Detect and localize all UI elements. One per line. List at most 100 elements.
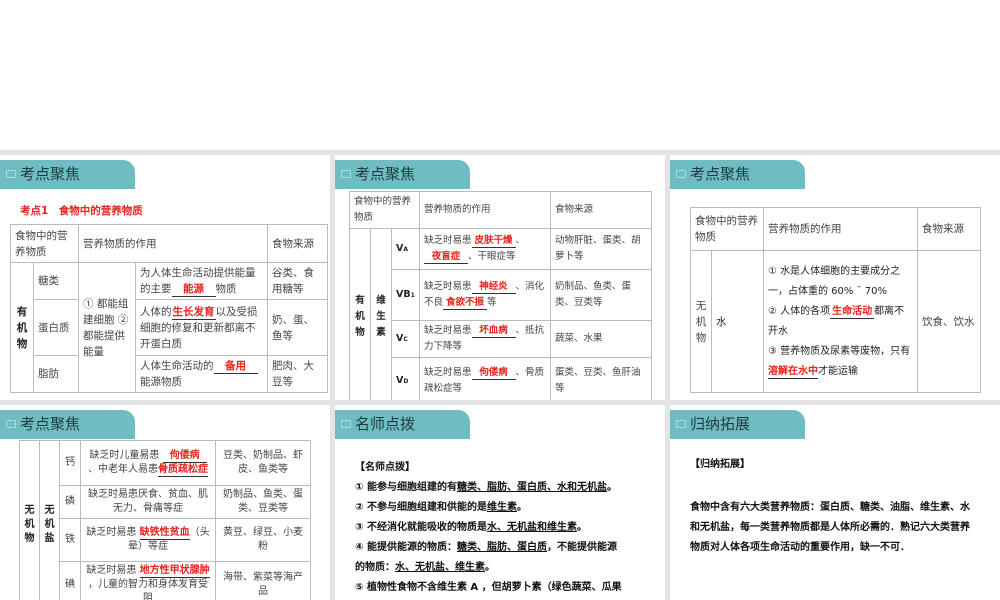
shared-function: ① 都能组建细胞 ② 都能提供能量 [78,262,136,393]
slide-6[interactable]: 归纳拓展 【归纳拓展】 食物中含有六大类营养物质：蛋白质、糖类、油脂、维生素、水… [670,405,1000,600]
text: 物质 [215,283,237,295]
text: 缺乏时儿童易患 [89,450,160,461]
text: 缺乏时易患 [86,565,137,576]
text: 人体生命活动的 [140,360,214,372]
source-cell: 奶制品、鱼类、蛋类、豆类等 [215,485,311,519]
text: ④ 能提供能源的物质： [355,542,457,553]
answer: 备用 [213,360,258,374]
section-tab: 归纳拓展 [670,410,805,439]
source-cell: 肥肉、大豆等 [267,355,328,393]
section-tab: 考点聚焦 [670,160,805,189]
answer: 佝偻病 [471,366,516,380]
nutrient-name: 糖类 [33,262,79,300]
slide-3[interactable]: 考点聚焦 食物中的营养物质 营养物质的作用 食物来源 无机物水 ① 水是人体细胞的主… [670,155,1000,400]
tab-label: 考点聚焦 [690,165,751,183]
tip-line: ④ 能提供能源的物质：糖类、脂肪、蛋白质，不能提供能源 [355,538,665,558]
function-cell: 缺乏时易患 地方性甲状腺肿，儿童的智力和身体发育受阻 [80,561,216,600]
answer: 佝偻病 [162,449,207,463]
text: ② 人体的各项 [768,305,831,317]
group-cell: 无机物 [690,250,712,393]
header-cell: 食物来源 [550,191,653,229]
header-cell: 食物来源 [917,207,981,251]
answer: 皮肤干燥 [471,234,516,248]
slide-4[interactable]: 考点聚焦 无机物 无机盐钙缺乏时儿童易患 佝偻病、中老年人易患骨质疏松症 豆类、奶制… [0,405,330,600]
section-tab: 考点聚焦 [0,160,135,189]
subgroup-cell: 无机盐 [39,440,60,600]
header-cell: 食物中的营养物质 [690,207,764,251]
text: 1 [410,291,415,299]
answer: 食欲不振 [443,296,488,310]
tab-label: 考点聚焦 [20,415,81,433]
vitamin-name: VB1 [390,269,421,321]
tip-line: ② 不参与细胞组建和供能的是维生素。 [355,498,665,518]
text: 的物质： [355,562,395,573]
top-blank-area [0,0,1000,150]
source-cell: 奶制品、鱼类、蛋类、豆类等 [550,269,653,321]
function-cell: 人体生命活动的 备用能源物质 [135,355,268,393]
function-cell: 缺乏时易患 缺铁性贫血（头晕）等症 [80,518,216,562]
answer: 神经炎 [471,280,516,294]
vitamin-name: VA [390,228,421,270]
summary-body: 食物中含有六大类营养物质：蛋白质、糖类、油脂、维生素、水和无机盐，每一类营养物质… [690,502,970,553]
underlined-text: 糖类、脂肪、蛋白质 [456,542,547,553]
text: 能源物质 [140,376,182,388]
book-icon [6,170,16,178]
slide-2[interactable]: 考点聚焦 食物中的营养物质 营养物质的作用 食物来源 有机物 维生素 VA 缺乏时易患 皮肤… [335,155,665,400]
header-cell: 食物中的营养物质 [348,191,421,229]
text: 缺乏时易患 [424,367,472,378]
text: A [403,245,409,253]
function-cell: ① 水是人体细胞的主要成分之一，占体重的 60% ¯ 70% ② 人体的各项 生命活… [763,250,918,393]
topic-heading: 考点1 食物中的营养物质 [20,205,143,217]
text: 缺乏时易患 [424,235,472,246]
underlined-text: 水、无机盐、维生素 [395,562,485,573]
answer: 夜盲症 [424,250,469,264]
text: 等 [487,297,497,308]
answer: 溶解在水中 [768,365,818,379]
vitamin-table: 食物中的营养物质 营养物质的作用 食物来源 有机物 维生素 VA 缺乏时易患 皮肤干燥 、夜盲… [348,191,653,400]
answer: 缺铁性贫血 [139,527,190,540]
function-cell: 为人体生命活动提供能量的主要 能源 物质 [135,262,268,300]
text: VB [396,288,411,300]
text: ，儿童的智力和身体发育受阻 [88,579,208,600]
source-cell: 奶、蛋、鱼等 [267,299,328,356]
mineral-name: 磷 [59,485,81,519]
answer: 骨质疏松症 [158,464,208,477]
mineral-name: 铁 [59,518,81,562]
nutrient-name: 水 [711,250,764,393]
group-cell: 有机物 [349,228,371,400]
group-cell: 有机物 [10,262,34,393]
tip-line: ⑤ 植物性食物不含维生素 A ，但胡萝卜素（绿色蔬菜、瓜果 [355,578,665,598]
header-cell: 营养物质的作用 [763,207,918,251]
slide-1[interactable]: 考点聚焦 考点1 食物中的营养物质 食物中的营养物质 营养物质的作用 食物来源 有机… [0,155,330,400]
source-cell: 蔬菜、水果 [550,320,653,358]
text: ③ 营养物质及尿素等废物，只有 [768,345,911,357]
vitamin-name: VD [390,357,421,400]
text: 缺乏时易患 [86,527,137,538]
tab-label: 考点聚焦 [355,165,416,183]
function-cell: 缺乏时易患 皮肤干燥 、夜盲症 、干眼症等 [419,228,552,270]
book-icon [676,420,686,428]
section-tab: 考点聚焦 [335,160,470,189]
slide-5[interactable]: 名师点拨 【名师点拨】 ① 能参与细胞组建的有糖类、脂肪、蛋白质、水和无机盐。 … [335,405,665,600]
nutrient-table: 食物中的营养物质 营养物质的作用 食物来源 有机物 糖类 ① 都能组建细胞 ② 都能提供… [10,224,328,393]
text: 。 [516,502,527,513]
tab-label: 名师点拨 [355,415,416,433]
text: ② 不参与细胞组建和供能的是 [355,502,487,513]
underlined-text: 维生素 [486,502,517,513]
mineral-name: 碘 [59,561,81,600]
text: ① 水是人体细胞的主要成分之一，占体重的 60% ¯ 70% [768,265,901,297]
function-cell: 缺乏时儿童易患 佝偻病、中老年人易患骨质疏松症 [80,440,216,486]
text: 、 [515,235,526,246]
tip-line: ① 能参与细胞组建的有糖类、脂肪、蛋白质、水和无机盐。 [355,478,665,498]
tab-label: 考点聚焦 [20,165,81,183]
text: 缺乏时易患 [424,281,472,292]
source-cell: 海带、紫菜等海产品 [215,561,311,600]
text: D [403,377,409,385]
subgroup-cell: 维生素 [370,228,392,400]
text: 。 [576,522,587,533]
text: 。 [485,562,495,573]
mineral-name: 钙 [59,440,81,486]
text: 、中老年人易患 [88,464,158,475]
source-cell: 谷类、食用糖等 [267,262,328,300]
function-cell: 人体的生长发育以及受损细胞的修复和更新都离不开蛋白质 [135,299,268,356]
